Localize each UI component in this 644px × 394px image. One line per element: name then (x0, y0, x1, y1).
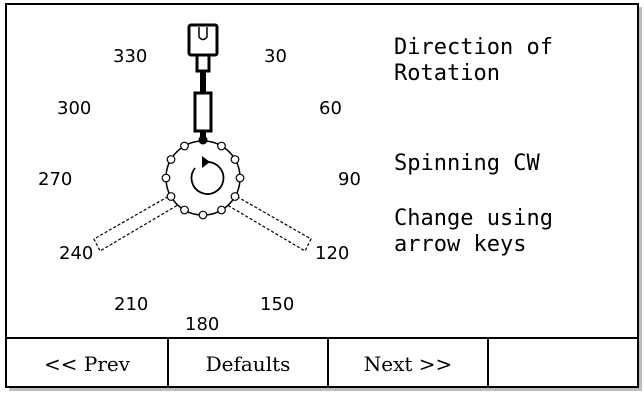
degree-label-210: 210 (114, 294, 148, 315)
window-shadow-right (639, 7, 642, 391)
direction-title: Direction of Rotation (394, 35, 553, 86)
blank-softkey[interactable] (489, 339, 637, 388)
softkey-bar: << Prev Defaults Next >> (7, 337, 637, 388)
rotor-ring (165, 140, 241, 216)
degree-label-240: 240 (59, 243, 93, 264)
window-shadow-bottom (9, 388, 642, 391)
degree-label-300: 300 (57, 98, 91, 119)
rotor-top-marker (198, 135, 208, 145)
next-button[interactable]: Next >> (329, 339, 489, 388)
rotation-diagram: 330 30 300 60 270 90 240 120 210 150 180 (38, 23, 361, 335)
degree-label-120: 120 (315, 243, 349, 264)
degree-label-270: 270 (38, 169, 72, 190)
defaults-button[interactable]: Defaults (169, 339, 329, 388)
degree-label-150: 150 (260, 294, 294, 315)
lcd-screen: 330 30 300 60 270 90 240 120 210 150 180 (5, 3, 639, 388)
degree-label-90: 90 (338, 169, 361, 190)
rotor-arm (187, 23, 219, 139)
arrow-keys-hint: Change using arrow keys (394, 206, 553, 257)
degree-label-180: 180 (185, 314, 219, 335)
degree-label-30: 30 (264, 46, 287, 67)
prev-button[interactable]: << Prev (7, 339, 169, 388)
degree-label-60: 60 (319, 98, 342, 119)
degree-label-330: 330 (113, 46, 147, 67)
spin-status: Spinning CW (394, 151, 540, 176)
